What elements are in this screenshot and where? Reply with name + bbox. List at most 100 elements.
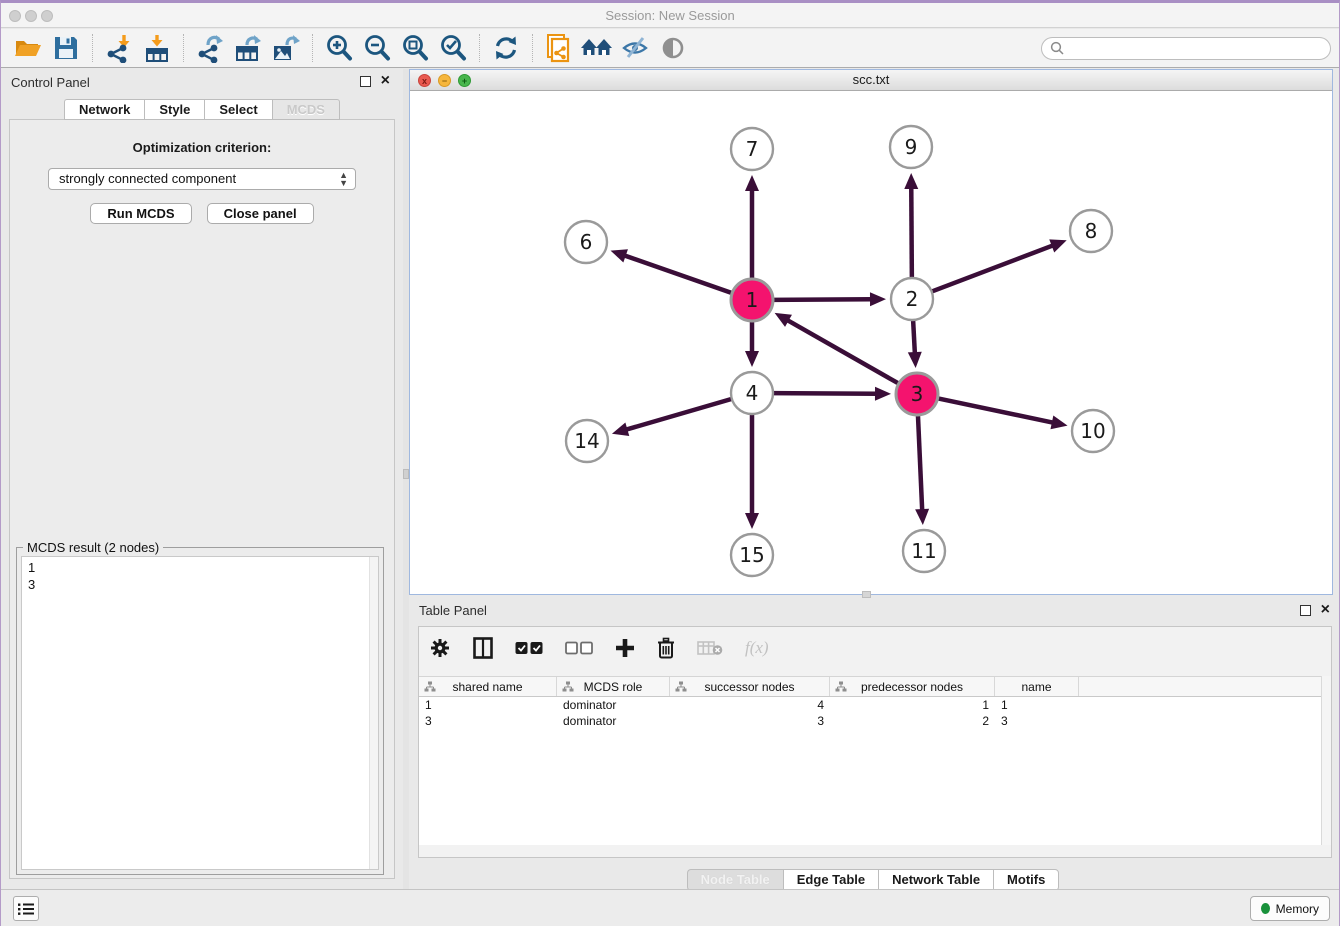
column-header-predecessor-nodes[interactable]: predecessor nodes (830, 677, 995, 696)
edge-arrowhead (870, 292, 886, 306)
delete-column-trash-icon[interactable] (657, 637, 675, 659)
refresh-view-icon[interactable] (489, 32, 523, 64)
table-scrollbar[interactable] (1321, 676, 1331, 845)
maximize-window-button[interactable] (41, 10, 53, 22)
hide-network-icon[interactable] (618, 32, 652, 64)
table-row[interactable]: 1dominator411 (419, 697, 1321, 713)
mcds-tab-content: Optimization criterion: strongly connect… (9, 119, 395, 879)
close-panel-button[interactable]: Close panel (207, 203, 314, 224)
zoom-selected-icon[interactable] (436, 32, 470, 64)
memory-button[interactable]: Memory (1250, 896, 1330, 921)
network-window-titlebar[interactable]: x − + scc.txt (410, 70, 1332, 91)
node-label-15: 15 (739, 543, 764, 567)
table-cell[interactable]: 1 (830, 697, 995, 713)
save-session-icon[interactable] (49, 32, 83, 64)
tab-node-table[interactable]: Node Table (687, 869, 783, 891)
zoom-in-icon[interactable] (322, 32, 356, 64)
table-cell[interactable]: 3 (995, 713, 1079, 729)
node-label-9: 9 (905, 135, 918, 159)
export-table-icon[interactable] (231, 32, 265, 64)
tab-select[interactable]: Select (204, 99, 271, 120)
edge-4-3[interactable] (773, 393, 877, 394)
mcds-result-title: MCDS result (2 nodes) (23, 540, 163, 555)
show-graphics-icon[interactable] (656, 32, 690, 64)
open-network-file-icon[interactable] (542, 32, 576, 64)
edge-arrowhead (612, 423, 629, 436)
zoom-out-icon[interactable] (360, 32, 394, 64)
show-column-panel-icon[interactable] (473, 637, 493, 659)
result-scrollbar[interactable] (369, 557, 378, 869)
float-table-panel-icon[interactable] (1300, 605, 1311, 616)
network-close-icon[interactable]: x (418, 74, 431, 87)
edge-3-11[interactable] (918, 415, 922, 511)
edge-arrowhead (745, 351, 759, 367)
column-header-successor-nodes[interactable]: successor nodes (670, 677, 830, 696)
mcds-result-text[interactable]: 1 3 (21, 556, 379, 870)
column-header-name[interactable]: name (995, 677, 1079, 696)
run-mcds-button[interactable]: Run MCDS (90, 203, 191, 224)
network-maximize-icon[interactable]: + (458, 74, 471, 87)
node-label-1: 1 (746, 288, 759, 312)
edge-1-6[interactable] (624, 255, 732, 293)
edge-4-14[interactable] (625, 399, 731, 430)
deselect-all-columns-icon[interactable] (565, 641, 593, 655)
edge-3-1[interactable] (787, 320, 899, 384)
zoom-fit-icon[interactable] (398, 32, 432, 64)
table-settings-gear-icon[interactable] (429, 637, 451, 659)
list-icon (18, 902, 34, 916)
search-input[interactable] (1070, 41, 1322, 55)
close-panel-icon[interactable]: × (381, 71, 390, 91)
node-table[interactable]: shared nameMCDS rolesuccessor nodesprede… (419, 676, 1321, 845)
table-cell[interactable]: 3 (670, 713, 830, 729)
network-splitter-handle[interactable] (862, 591, 871, 598)
edge-2-8[interactable] (932, 245, 1054, 291)
create-column-plus-icon[interactable] (615, 638, 635, 658)
dropdown-stepper-icon: ▲▼ (339, 171, 348, 187)
cyndex-home-icon[interactable] (580, 32, 614, 64)
select-all-columns-icon[interactable] (515, 641, 543, 655)
column-header-shared-name[interactable]: shared name (419, 677, 557, 696)
table-cell[interactable]: 2 (830, 713, 995, 729)
edge-arrowhead (745, 175, 759, 191)
optimization-criterion-select[interactable]: strongly connected component ▲▼ (48, 168, 356, 190)
table-cell[interactable]: dominator (557, 713, 670, 729)
tab-style[interactable]: Style (144, 99, 204, 120)
task-history-button[interactable] (13, 896, 39, 921)
edge-2-3[interactable] (913, 320, 915, 354)
toolbar-separator (183, 34, 184, 62)
table-cell[interactable]: dominator (557, 697, 670, 713)
open-session-icon[interactable] (11, 32, 45, 64)
column-header-MCDS-role[interactable]: MCDS role (557, 677, 670, 696)
float-panel-icon[interactable] (360, 76, 371, 87)
node-label-11: 11 (911, 539, 936, 563)
tab-edge-table[interactable]: Edge Table (783, 869, 878, 891)
table-cell[interactable]: 1 (995, 697, 1079, 713)
edge-3-10[interactable] (938, 398, 1054, 422)
tab-motifs[interactable]: Motifs (993, 869, 1059, 891)
network-canvas[interactable]: 1234678910111415 (410, 91, 1332, 594)
table-cell[interactable]: 4 (670, 697, 830, 713)
export-network-icon[interactable] (193, 32, 227, 64)
titlebar: Session: New Session (1, 3, 1339, 28)
search-box[interactable] (1041, 37, 1331, 60)
minimize-window-button[interactable] (25, 10, 37, 22)
table-cell[interactable]: 3 (419, 713, 557, 729)
tab-mcds[interactable]: MCDS (272, 99, 340, 120)
node-label-10: 10 (1080, 419, 1105, 443)
edge-arrowhead (1049, 239, 1066, 252)
table-header-row: shared nameMCDS rolesuccessor nodesprede… (419, 677, 1321, 697)
application-window: Session: New Session (0, 0, 1340, 926)
table-row[interactable]: 3dominator323 (419, 713, 1321, 729)
network-graph[interactable]: 1234678910111415 (410, 91, 1332, 594)
import-table-icon[interactable] (140, 32, 174, 64)
edge-2-9[interactable] (911, 187, 912, 278)
tab-network[interactable]: Network (64, 99, 144, 120)
close-window-button[interactable] (9, 10, 21, 22)
import-network-icon[interactable] (102, 32, 136, 64)
table-cell[interactable]: 1 (419, 697, 557, 713)
tab-network-table[interactable]: Network Table (878, 869, 993, 891)
close-table-panel-icon[interactable]: × (1321, 600, 1330, 620)
edge-1-2[interactable] (773, 299, 872, 300)
export-image-icon[interactable] (269, 32, 303, 64)
network-minimize-icon[interactable]: − (438, 74, 451, 87)
